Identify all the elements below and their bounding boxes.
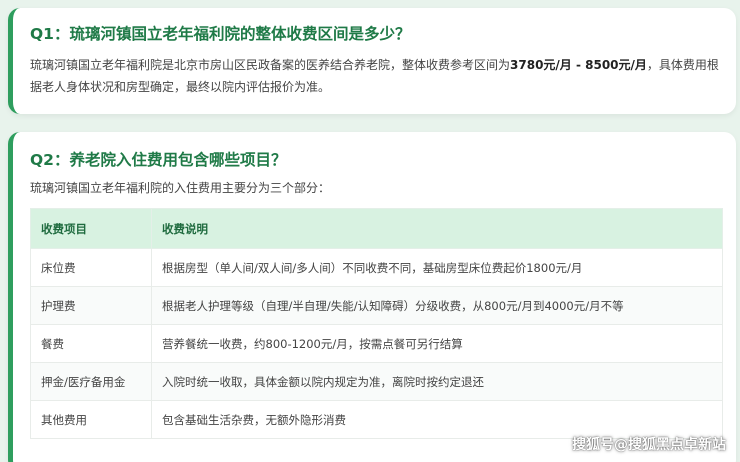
answer-q1-text-pre: 琉璃河镇国立老年福利院是北京市房山区民政备案的医养结合养老院，整体收费参考区间为 (30, 58, 511, 72)
fee-table-header-row: 收费项目 收费说明 (30, 208, 723, 249)
fee-item-cell: 床位费 (30, 248, 152, 287)
answer-q1-price-range: 3780元/月 - 8500元/月 (510, 58, 647, 72)
fee-desc-cell: 根据房型（单人间/双人间/多人间）不同收费不同，基础房型床位费起价1800元/月 (151, 248, 723, 287)
fee-item-cell: 护理费 (30, 286, 152, 325)
fee-desc-cell: 营养餐统一收费，约800-1200元/月，按需点餐可另行结算 (151, 324, 723, 363)
fee-desc-cell: 入院时统一收取，具体金额以院内规定为准，离院时按约定退还 (151, 362, 723, 401)
fee-desc-cell: 根据老人护理等级（自理/半自理/失能/认知障碍）分级收费，从800元/月到400… (151, 286, 723, 325)
fee-table-header-item: 收费项目 (30, 208, 152, 249)
answer-q2-intro: 琉璃河镇国立老年福利院的入住费用主要分为三个部分： (30, 181, 331, 195)
answer-q1: 琉璃河镇国立老年福利院是北京市房山区民政备案的医养结合养老院，整体收费参考区间为… (30, 54, 730, 98)
fee-table: 收费项目 收费说明 床位费 根据房型（单人间/双人间/多人间）不同收费不同，基础… (30, 208, 723, 439)
watermark: 搜狐号@搜狐黑点卓新站 (572, 437, 726, 453)
fee-desc-cell: 包含基础生活杂费，无额外隐形消费 (151, 400, 723, 439)
table-row: 床位费 根据房型（单人间/双人间/多人间）不同收费不同，基础房型床位费起价180… (30, 248, 723, 287)
faq-card-q1: Q1：琉璃河镇国立老年福利院的整体收费区间是多少？ 琉璃河镇国立老年福利院是北京… (8, 8, 736, 114)
fee-item-cell: 押金/医疗备用金 (30, 362, 152, 401)
table-row: 押金/医疗备用金 入院时统一收取，具体金额以院内规定为准，离院时按约定退还 (30, 362, 723, 401)
table-row: 餐费 营养餐统一收费，约800-1200元/月，按需点餐可另行结算 (30, 324, 723, 363)
faq-card-q2: Q2：养老院入住费用包含哪些项目？ 琉璃河镇国立老年福利院的入住费用主要分为三个… (8, 132, 736, 462)
question-title-q2: Q2：养老院入住费用包含哪些项目？ (30, 151, 287, 169)
table-row: 护理费 根据老人护理等级（自理/半自理/失能/认知障碍）分级收费，从800元/月… (30, 286, 723, 325)
fee-table-header-desc: 收费说明 (151, 208, 723, 249)
fee-item-cell: 餐费 (30, 324, 152, 363)
fee-item-cell: 其他费用 (30, 400, 152, 439)
question-title-q1: Q1：琉璃河镇国立老年福利院的整体收费区间是多少？ (30, 25, 411, 43)
table-row: 其他费用 包含基础生活杂费，无额外隐形消费 (30, 400, 723, 439)
